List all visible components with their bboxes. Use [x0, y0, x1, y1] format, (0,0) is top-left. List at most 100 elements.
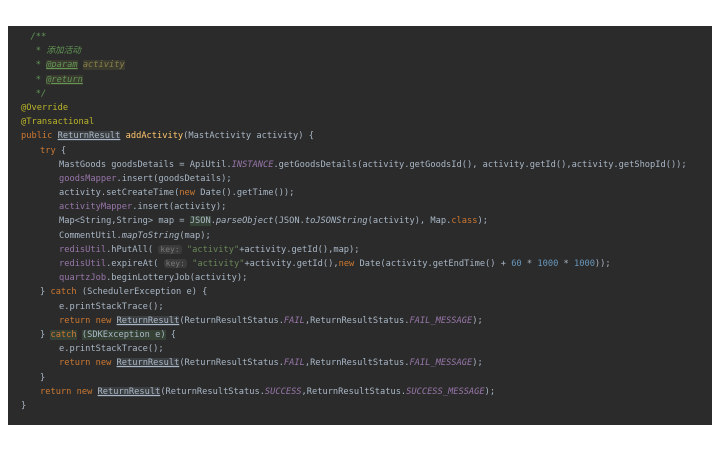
code-token: .expireAt(: [106, 259, 164, 269]
code-token: return new: [59, 315, 117, 326]
code-line[interactable]: */: [8, 87, 712, 101]
code-token: Date(activity.getEndTime() +: [359, 259, 512, 269]
code-token: "activity": [186, 244, 240, 255]
code-line[interactable]: * 添加活动: [8, 44, 712, 58]
code-line[interactable]: e.printStackTrace();: [8, 300, 712, 314]
code-token: }: [40, 372, 46, 383]
code-area[interactable]: /** * 添加活动 * @param activity * @return *…: [8, 30, 712, 413]
code-token: (ReturnResultStatus.: [179, 358, 284, 369]
code-editor[interactable]: /** * 添加活动 * @param activity * @return *…: [8, 26, 712, 425]
code-token: ,ReturnResultStatus.: [304, 315, 410, 326]
code-token: @param: [46, 60, 78, 71]
code-token: }: [40, 287, 51, 298]
code-token: 60: [511, 259, 522, 269]
code-line[interactable]: try {: [8, 144, 712, 158]
code-line[interactable]: } catch (SchedulerException e) {: [8, 285, 712, 299]
code-token: (ReturnResultStatus.: [179, 315, 284, 326]
code-token: try: [40, 145, 61, 156]
code-line[interactable]: /**: [8, 30, 712, 44]
code-token: Map<String,String> map =: [59, 216, 190, 227]
code-token: );: [472, 358, 483, 369]
code-token: goodsMapper: [59, 173, 117, 184]
code-line[interactable]: }: [8, 371, 712, 385]
code-line[interactable]: CommentUtil.mapToString(map);: [8, 229, 712, 243]
code-token: (SchedulerException e) {: [81, 287, 208, 298]
code-line[interactable]: @Override: [8, 101, 712, 115]
code-token: activity: [82, 60, 125, 71]
code-line[interactable]: redisUtil.expireAt( key: "activity"+acti…: [8, 257, 712, 271]
code-token: e.printStackTrace();: [59, 301, 164, 312]
code-token: );: [477, 216, 488, 227]
code-token: +activity.getId(),: [244, 259, 339, 269]
code-token: * 添加活动: [30, 46, 81, 57]
code-token: FAIL_MESSAGE: [409, 315, 473, 326]
code-token: public: [21, 131, 58, 142]
code-line[interactable]: }: [8, 399, 712, 413]
code-token: ReturnResult: [116, 315, 180, 326]
code-token: redisUtil: [59, 259, 107, 269]
code-line[interactable]: activityMapper.insert(activity);: [8, 200, 712, 214]
code-line[interactable]: activity.setCreateTime(new Date().getTim…: [8, 186, 712, 200]
code-line[interactable]: MastGoods goodsDetails = ApiUtil.INSTANC…: [8, 158, 712, 172]
code-token: *: [558, 259, 574, 269]
code-token: (JSON.: [273, 216, 305, 227]
code-token: */: [30, 88, 47, 99]
code-token: ,ReturnResultStatus.: [301, 386, 407, 397]
code-line[interactable]: } catch (SDKException e) {: [8, 328, 712, 342]
code-line[interactable]: Map<String,String> map = JSON.parseObjec…: [8, 214, 712, 228]
code-line[interactable]: * @return: [8, 73, 712, 87]
code-token: .hPutAll(: [106, 244, 159, 255]
code-token: activityMapper: [59, 202, 133, 213]
code-token: toJSONString: [304, 216, 368, 227]
code-token: 1000: [537, 259, 559, 269]
code-token: *: [30, 60, 47, 71]
code-token: catch: [50, 329, 77, 340]
code-line[interactable]: * @param activity: [8, 58, 712, 72]
code-token: addActivity: [125, 131, 184, 142]
code-token: FAIL: [283, 315, 305, 326]
code-token: catch: [50, 287, 82, 298]
code-line[interactable]: return new ReturnResult(ReturnResultStat…: [8, 314, 712, 328]
code-token: new: [179, 188, 201, 199]
code-token: (map);: [179, 230, 211, 241]
code-token: ReturnResult: [57, 131, 121, 142]
code-token: }: [21, 400, 27, 411]
code-token: ReturnResult: [116, 358, 180, 369]
code-line[interactable]: quartzJob.beginLotteryJob(activity);: [8, 271, 712, 285]
code-token: SUCCESS_MESSAGE: [406, 386, 485, 397]
code-token: Date().getTime());: [200, 188, 295, 199]
code-token: parseObject: [215, 216, 274, 227]
code-token: MastGoods goodsDetails = ApiUtil.: [59, 159, 232, 170]
code-token: "activity": [192, 259, 245, 269]
code-token: activity.setCreateTime(: [59, 188, 180, 199]
code-token: INSTANCE: [231, 159, 274, 170]
code-token: FAIL: [283, 358, 305, 369]
code-token: return new: [40, 386, 98, 397]
code-token: JSON: [189, 216, 211, 227]
code-token: (SDKException e): [81, 329, 166, 340]
code-line[interactable]: e.printStackTrace();: [8, 342, 712, 356]
code-token: );: [484, 386, 496, 397]
code-token: CommentUtil.: [59, 230, 122, 241]
code-token: }: [40, 329, 51, 340]
code-token: new: [338, 259, 360, 269]
code-token: (ReturnResultStatus.: [160, 386, 265, 397]
code-line[interactable]: redisUtil.hPutAll( key: "activity"+activ…: [8, 243, 712, 257]
code-token: SUCCESS: [264, 386, 302, 397]
code-line[interactable]: return new ReturnResult(ReturnResultStat…: [8, 356, 712, 370]
code-token: e.printStackTrace();: [59, 344, 164, 355]
code-token: ));: [594, 259, 611, 269]
code-line[interactable]: @Transactional: [8, 115, 712, 129]
code-token: *: [521, 259, 538, 269]
code-token: class: [451, 216, 478, 227]
code-token: );: [472, 315, 483, 326]
code-line[interactable]: return new ReturnResult(ReturnResultStat…: [8, 385, 712, 399]
code-token: quartzJob: [59, 273, 107, 284]
code-token: @Override: [21, 102, 69, 113]
code-line[interactable]: goodsMapper.insert(goodsDetails);: [8, 172, 712, 186]
code-token: ,ReturnResultStatus.: [304, 358, 410, 369]
code-line[interactable]: public ReturnResult addActivity(MastActi…: [8, 129, 712, 143]
code-token: {: [60, 145, 67, 156]
code-token: mapToString: [121, 230, 180, 241]
code-token: .insert(goodsDetails);: [116, 173, 232, 184]
